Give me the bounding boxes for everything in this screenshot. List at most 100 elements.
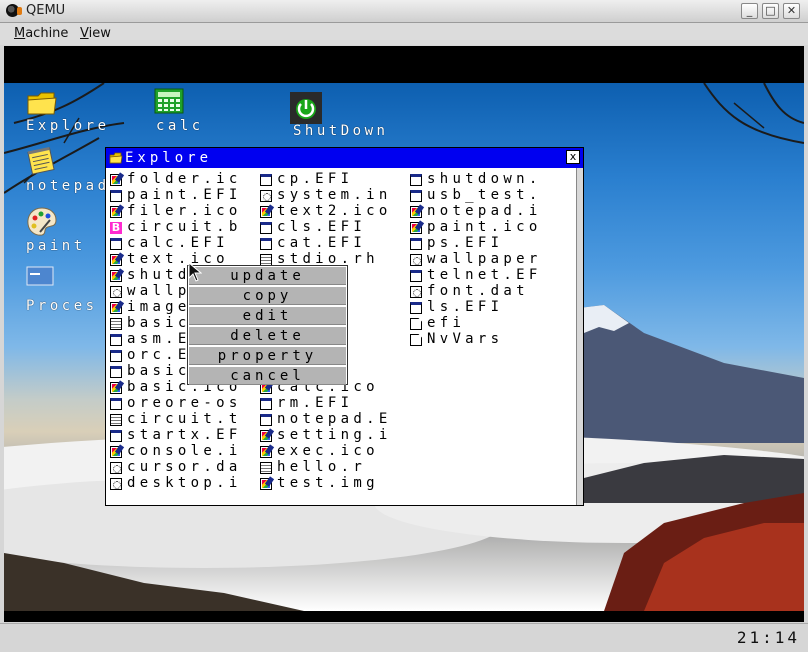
context-menu-delete[interactable]: delete [189,327,346,345]
context-menu-edit[interactable]: edit [189,307,346,325]
executable-file-icon [110,238,122,250]
file-item[interactable]: telnet.EF [410,267,560,284]
folder-icon [27,92,57,115]
file-name: shutdown. [427,172,542,187]
menu-machine[interactable]: Machine [14,26,68,41]
file-item[interactable]: filer.ico [110,203,260,220]
file-item[interactable]: startx.EF [110,427,260,444]
image-file-icon [260,206,272,218]
image-file-icon [410,206,422,218]
executable-file-icon [110,334,122,346]
minimize-button[interactable]: _ [741,3,758,19]
desktop-icon-notepad[interactable] [26,146,56,180]
file-item[interactable]: setting.i [260,427,410,444]
file-item[interactable]: NvVars [410,331,560,348]
file-name: setting.i [277,427,392,443]
file-item[interactable]: cp.EFI [260,172,410,188]
file-item[interactable]: test.img [260,475,410,492]
file-item[interactable]: oreore-os [110,395,260,412]
file-name: exec.ico [277,443,379,459]
qemu-titlebar: QEMU _ □ ✕ [0,0,808,23]
image-file-icon [410,222,422,234]
desktop-label-paint: paint [26,238,86,254]
file-name: shutd [127,267,191,283]
text-file-icon [260,462,272,474]
file-item[interactable]: desktop.i [110,475,260,492]
file-name: ls.EFI [427,299,504,315]
context-menu: update copy edit delete property cancel [187,265,348,385]
context-menu-cancel[interactable]: cancel [189,367,346,385]
power-icon [290,92,322,124]
data-file-icon [110,462,122,474]
file-item[interactable]: usb_test. [410,187,560,204]
file-item[interactable]: wallpaper [410,251,560,268]
file-name: efi [427,315,466,331]
close-button[interactable]: ✕ [783,3,800,19]
file-item[interactable]: shutdown. [410,172,560,188]
file-item[interactable]: system.in [260,187,410,204]
file-item[interactable]: efi [410,315,560,332]
file-name: cursor.da [127,459,242,475]
file-item[interactable]: ls.EFI [410,299,560,316]
file-name: circuit.b [127,219,242,235]
file-item[interactable]: cat.EFI [260,235,410,252]
file-name: hello.r [277,459,367,475]
file-item[interactable]: notepad.i [410,203,560,220]
executable-file-icon [260,174,272,186]
menu-view[interactable]: View [80,26,111,41]
desktop-icon-calc[interactable] [154,88,184,118]
blank-file-icon [410,334,422,346]
context-menu-property[interactable]: property [189,347,346,365]
file-name: calc.EFI [127,235,229,251]
file-item[interactable]: cls.EFI [260,219,410,236]
file-item[interactable]: ps.EFI [410,235,560,252]
file-name: circuit.t [127,411,242,427]
file-item[interactable]: hello.r [260,459,410,476]
text-file-icon [110,318,122,330]
file-name: system.in [277,187,392,203]
file-item[interactable]: exec.ico [260,443,410,460]
file-name: orc.E [127,347,191,363]
desktop-label-calc: calc [156,118,204,134]
file-item[interactable]: text2.ico [260,203,410,220]
file-name: NvVars [427,331,504,347]
desktop-label-notepad: notepad [26,178,110,194]
file-name: basic [127,363,191,379]
desktop-icon-process[interactable] [26,266,56,292]
executable-file-icon [260,414,272,426]
data-file-icon [410,254,422,266]
file-name: basic [127,315,191,331]
desktop-icon-explore[interactable] [26,88,58,120]
guest-bottom-strip [4,611,804,622]
image-file-icon [110,270,122,282]
desktop-icon-paint[interactable] [26,206,58,242]
executable-file-icon [110,190,122,202]
file-item[interactable]: rm.EFI [260,395,410,412]
file-name: wallp [127,283,191,299]
file-item[interactable]: font.dat [410,283,560,300]
bitmap-file-icon: B [110,221,122,234]
file-item[interactable]: Bcircuit.b [110,219,260,236]
file-name: desktop.i [127,475,242,491]
qemu-app-icon [6,4,22,17]
file-item[interactable]: notepad.E [260,411,410,428]
maximize-button[interactable]: □ [762,3,779,19]
context-menu-update[interactable]: update [189,267,346,285]
explore-scrollbar[interactable] [576,168,583,505]
executable-file-icon [260,398,272,410]
context-menu-copy[interactable]: copy [189,287,346,305]
explore-titlebar[interactable]: Explore x [106,148,583,168]
file-item[interactable]: cursor.da [110,459,260,476]
file-name: test.img [277,475,379,491]
file-item[interactable]: folder.ic [110,172,260,188]
file-item[interactable]: circuit.t [110,411,260,428]
file-item[interactable]: paint.EFI [110,187,260,204]
file-item[interactable]: paint.ico [410,219,560,236]
process-window-icon [26,266,54,286]
file-name: console.i [127,443,242,459]
file-item[interactable]: calc.EFI [110,235,260,252]
explore-close-button[interactable]: x [566,150,580,164]
explore-title: Explore [125,150,213,166]
file-name: cls.EFI [277,219,367,235]
file-item[interactable]: console.i [110,443,260,460]
